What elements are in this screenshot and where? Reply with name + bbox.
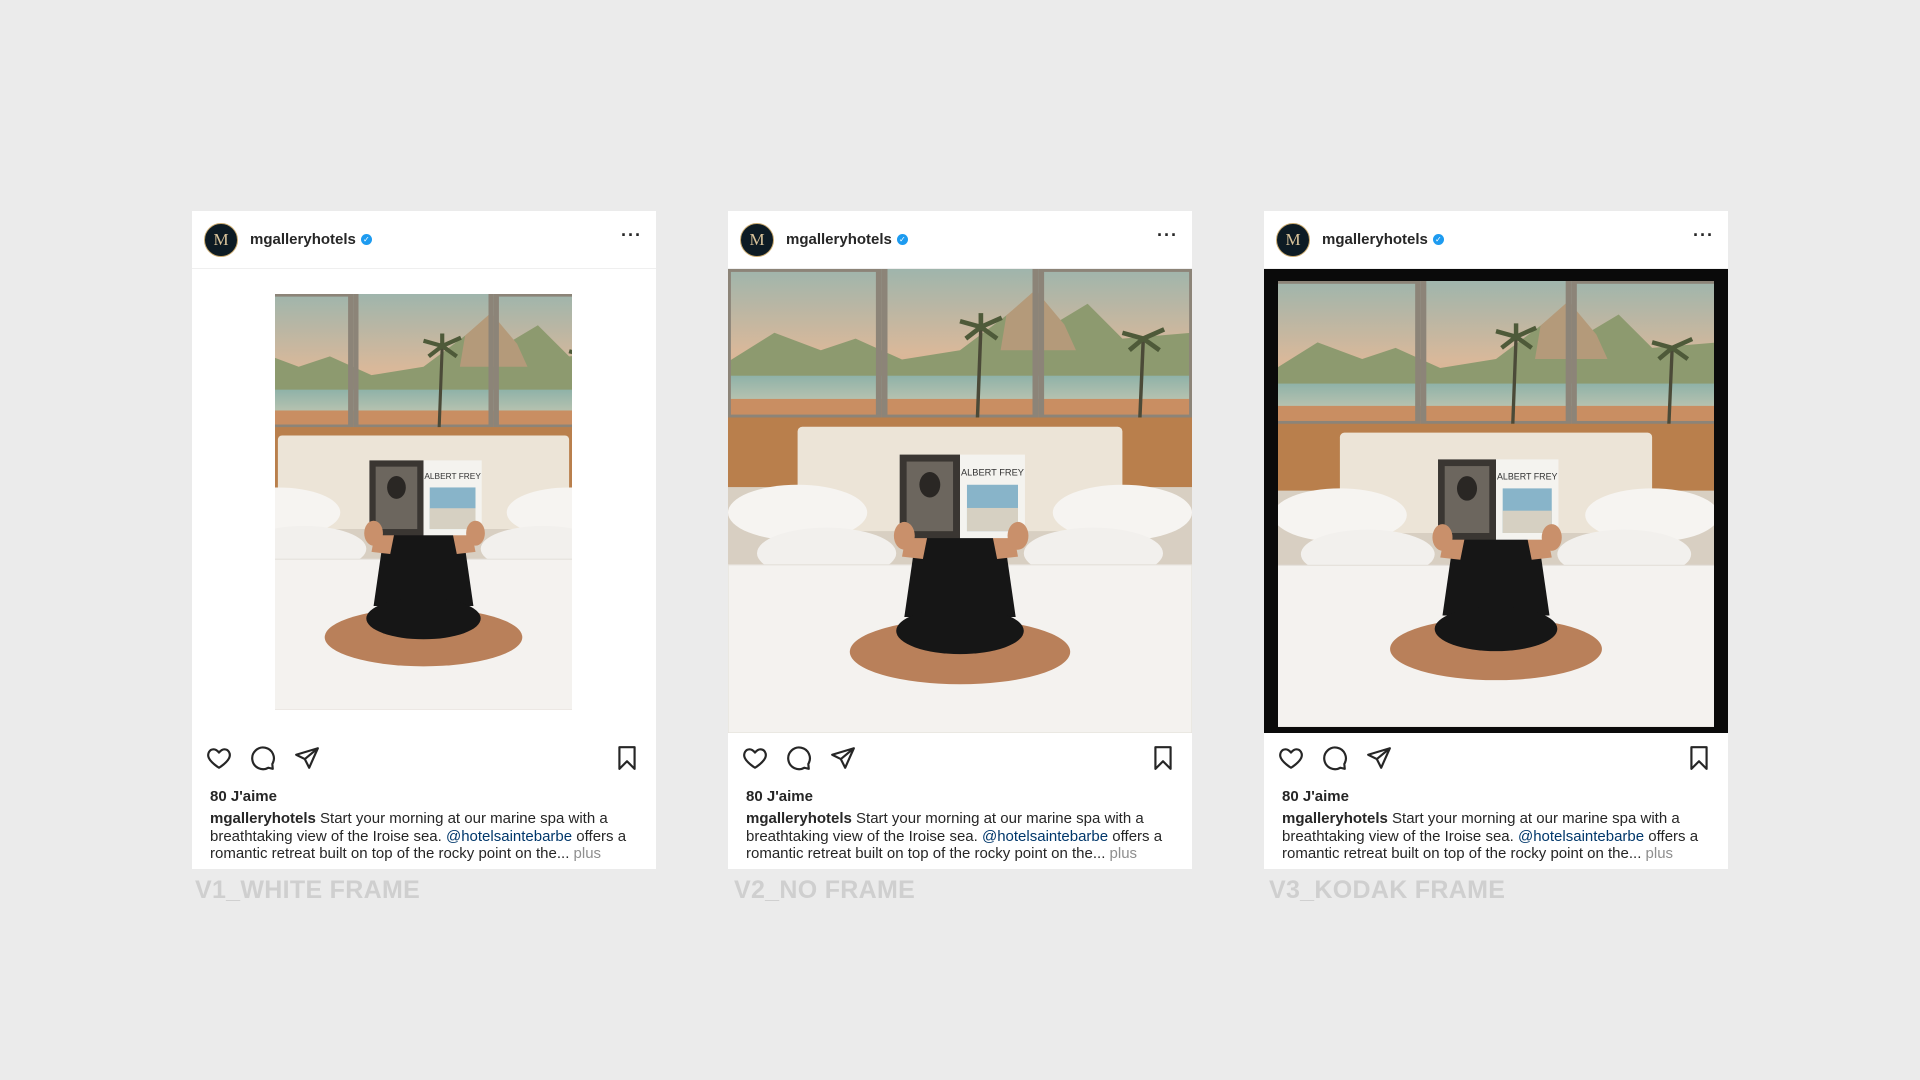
avatar[interactable]: M xyxy=(740,222,774,257)
heart-icon[interactable] xyxy=(206,745,232,771)
avatar-letter: M xyxy=(749,230,765,249)
post-photo xyxy=(275,294,572,710)
avatar[interactable]: M xyxy=(1276,222,1310,257)
caption-mention[interactable]: @hotelsaintebarbe xyxy=(982,828,1108,845)
post-header: M mgalleryhotels ✓ ··· xyxy=(1264,211,1728,269)
heart-icon[interactable] xyxy=(1278,745,1304,771)
heart-icon[interactable] xyxy=(742,745,768,771)
share-icon[interactable] xyxy=(294,745,320,771)
username[interactable]: mgalleryhotels xyxy=(250,231,356,248)
avatar[interactable]: M xyxy=(204,222,238,257)
post-card-kodak-frame: M mgalleryhotels ✓ ··· 80 J'aime mgaller… xyxy=(1264,211,1728,869)
post-media[interactable] xyxy=(192,269,656,733)
caption: mgalleryhotels Start your morning at our… xyxy=(728,808,1192,863)
action-bar xyxy=(728,733,1192,785)
comment-icon[interactable] xyxy=(250,745,276,771)
caption-username[interactable]: mgalleryhotels xyxy=(746,810,852,827)
post-header: M mgalleryhotels ✓ ··· xyxy=(728,211,1192,269)
caption-mention[interactable]: @hotelsaintebarbe xyxy=(1518,828,1644,845)
post-header: M mgalleryhotels ✓ ··· xyxy=(192,211,656,269)
caption-more-link[interactable]: plus xyxy=(1646,845,1674,862)
verified-icon: ✓ xyxy=(1432,234,1444,245)
bookmark-icon[interactable] xyxy=(614,745,640,771)
caption-username[interactable]: mgalleryhotels xyxy=(210,810,316,827)
post-media[interactable] xyxy=(1264,269,1728,733)
post-card-white-frame: M mgalleryhotels ✓ ··· 80 J'aime mgaller… xyxy=(192,211,656,869)
likes-count[interactable]: 80 J'aime xyxy=(1264,785,1728,808)
post-media[interactable] xyxy=(728,269,1192,733)
action-bar xyxy=(192,733,656,785)
caption: mgalleryhotels Start your morning at our… xyxy=(1264,808,1728,863)
share-icon[interactable] xyxy=(830,745,856,771)
comment-icon[interactable] xyxy=(1322,745,1348,771)
post-photo xyxy=(728,269,1192,733)
post-card-no-frame: M mgalleryhotels ✓ ··· 80 J'aime mgaller… xyxy=(728,211,1192,869)
caption-more-link[interactable]: plus xyxy=(574,845,602,862)
caption-mention[interactable]: @hotelsaintebarbe xyxy=(446,828,572,845)
caption: mgalleryhotels Start your morning at our… xyxy=(192,808,656,863)
likes-count[interactable]: 80 J'aime xyxy=(192,785,656,808)
likes-count[interactable]: 80 J'aime xyxy=(728,785,1192,808)
username[interactable]: mgalleryhotels xyxy=(786,231,892,248)
bookmark-icon[interactable] xyxy=(1150,745,1176,771)
more-options-icon[interactable]: ··· xyxy=(1693,225,1714,246)
caption-username[interactable]: mgalleryhotels xyxy=(1282,810,1388,827)
share-icon[interactable] xyxy=(1366,745,1392,771)
version-label: V2_NO FRAME xyxy=(734,876,916,904)
more-options-icon[interactable]: ··· xyxy=(1157,225,1178,246)
avatar-letter: M xyxy=(1285,230,1301,249)
avatar-letter: M xyxy=(213,230,229,249)
username[interactable]: mgalleryhotels xyxy=(1322,231,1428,248)
caption-more-link[interactable]: plus xyxy=(1110,845,1138,862)
comment-icon[interactable] xyxy=(786,745,812,771)
version-label: V1_WHITE FRAME xyxy=(195,876,421,904)
verified-icon: ✓ xyxy=(896,234,908,245)
verified-icon: ✓ xyxy=(360,234,372,245)
bookmark-icon[interactable] xyxy=(1686,745,1712,771)
version-label: V3_KODAK FRAME xyxy=(1269,876,1506,904)
action-bar xyxy=(1264,733,1728,785)
more-options-icon[interactable]: ··· xyxy=(621,225,642,246)
post-photo xyxy=(1278,281,1714,727)
